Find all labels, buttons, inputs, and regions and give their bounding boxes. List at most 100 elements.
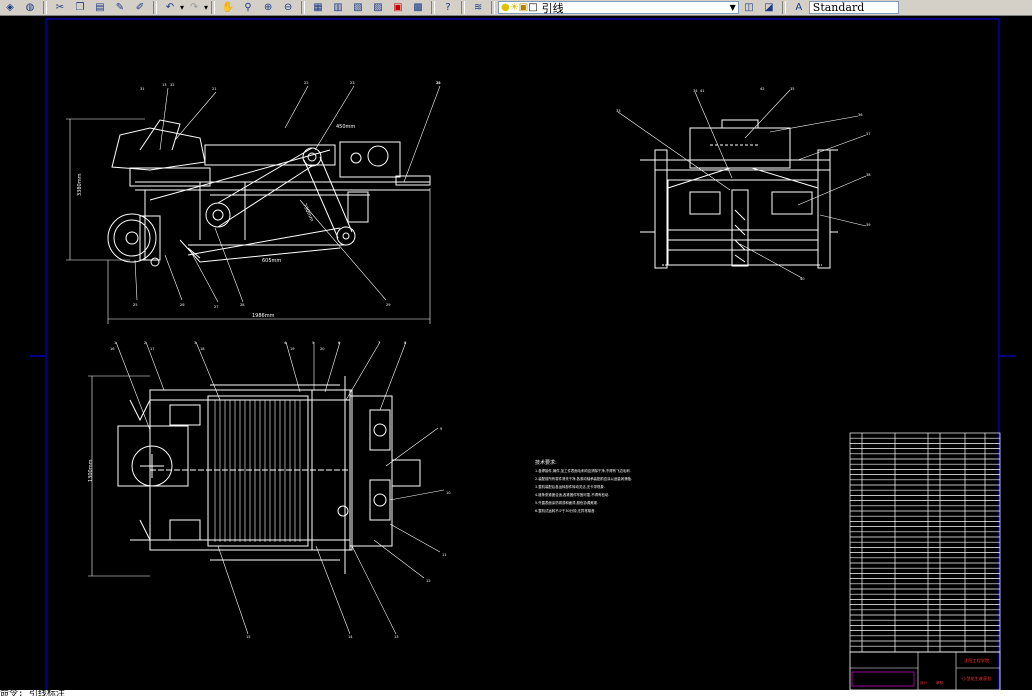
publish-icon[interactable]: ◈ [1,0,19,15]
color-square-icon: □ [528,2,538,13]
drawing-canvas[interactable]: 1986mm 3380mm 450mm 605mm 730mm 1300mm 技… [0,16,1032,692]
balloon-number: 25 [133,303,138,307]
balloon-number: 42 [760,87,765,91]
undo-dropdown-icon[interactable]: ▾ [180,3,184,12]
balloon-number: 35 [790,87,795,91]
tech-req-title: 技术要求: [535,459,557,466]
tech-req-line: 6.整机试运转不少于30分钟,无异常噪音. [535,508,596,513]
title-block-label: 设计 [920,680,928,685]
balloon-number: 39 [866,223,871,227]
height-dimension: 3380mm [77,173,83,196]
title-block-school: 沈阳工程学院 [964,657,990,664]
balloon-number: 16 [110,347,115,351]
redo-dropdown-icon[interactable]: ▾ [204,3,208,12]
balloon-number: 11 [442,553,447,557]
toolbar-separator [301,1,306,14]
layer-manager-icon[interactable]: ≋ [469,0,487,15]
tool-palette-icon[interactable]: ▧ [349,0,367,15]
text-style-icon[interactable]: A [790,0,808,15]
balloon-number: 19 [290,347,295,351]
toolbar-separator [461,1,466,14]
layer-control-dropdown[interactable]: ● ☀ ▣ □ 引线 ▼ [498,1,739,15]
standard-toolbar: ◈ ◍ ✂ ❐ ▤ ✎ ✐ ↶ ▾ ↷ ▾ ✋ ⚲ ⊕ ⊖ ▦ ▥ ▧ ▨ ▣ … [0,0,1032,16]
copy-icon[interactable]: ❐ [71,0,89,15]
balloon-number: 30 [436,81,441,85]
balloon-number: 40 [800,277,805,281]
title-block-drawing-name: 小型花生收获机 [962,675,992,682]
plan-height-dimension: 1300mm [88,459,94,482]
width-dimension: 1986mm [252,313,275,319]
balloon-number: 36 [858,113,863,117]
balloon-number: 41 [700,89,705,93]
help-icon[interactable]: ? [439,0,457,15]
lightbulb-icon: ● [501,2,510,13]
layer-previous-icon[interactable]: ◪ [760,0,778,15]
pencil-icon[interactable]: ✐ [131,0,149,15]
balloon-number: 17 [150,347,155,351]
toolbar-separator [781,1,786,14]
globe-icon[interactable]: ◍ [21,0,39,15]
balloon-number: 29 [386,303,391,307]
toolbar-separator [153,1,157,14]
balloon-number: 27 [214,305,219,309]
balloon-number: 32 [170,83,175,87]
title-block-label: 审核 [936,680,944,685]
balloon-number: 28 [240,303,245,307]
balloon-number: 31 [140,87,145,91]
tech-req-line: 3.整机装配后各运转部件转动灵活,无卡滞现象. [535,484,605,489]
brush-icon[interactable]: ✎ [111,0,129,15]
properties-icon[interactable]: ▦ [309,0,327,15]
top-dimension: 450mm [336,124,355,130]
sheet-set-icon[interactable]: ▨ [369,0,387,15]
balloon-number: 5 [312,341,314,345]
balloon-number: 38 [866,173,871,177]
undo-icon[interactable]: ↶ [161,0,179,15]
calculator-icon[interactable]: ▩ [409,0,427,15]
balloon-number: 37 [866,132,871,136]
balloon-number: 21 [212,87,217,91]
toolbar-separator [211,1,216,14]
paste-icon[interactable]: ▤ [91,0,109,15]
zoom-window-icon[interactable]: ⊕ [259,0,277,15]
balloon-number: 3 [194,341,196,345]
layer-state-icon[interactable]: ◫ [740,0,758,15]
belt-dimension: 605mm [262,258,281,264]
balloon-number: 22 [304,81,309,85]
markup-icon[interactable]: ▣ [389,0,407,15]
lock-icon: ▣ [518,2,529,13]
balloon-number: 13 [162,83,167,87]
cut-icon[interactable]: ✂ [51,0,69,15]
sun-icon: ☀ [509,2,519,13]
balloon-number: 33 [616,109,621,113]
balloon-number: 15 [246,635,251,639]
zoom-realtime-icon[interactable]: ⚲ [239,0,257,15]
balloon-number: 20 [320,347,325,351]
toolbar-separator [43,1,47,14]
tech-req-line: 5.外露表面涂防锈漆和面漆,颜色协调美观. [535,500,598,505]
balloon-number: 18 [200,347,205,351]
zoom-previous-icon[interactable]: ⊖ [279,0,297,15]
text-style-dropdown[interactable]: Standard [808,1,899,14]
tech-req-line: 4.链条张紧度合适,各紧固件牢固可靠,不得有松动. [535,492,609,497]
balloon-number: 7 [378,341,380,345]
balloon-number: 34 [693,89,698,93]
toolbar-separator [431,1,436,14]
pan-icon[interactable]: ✋ [219,0,237,15]
tech-req-line: 1.各焊接件,铸件,加工件表面毛刺均应清除干净,不得有飞边毛刺. [535,468,631,473]
balloon-number: 26 [180,303,185,307]
balloon-number: 12 [426,579,431,583]
chevron-down-icon[interactable]: ▼ [730,3,736,12]
model-space-background [0,16,1032,692]
design-center-icon[interactable]: ▥ [329,0,347,15]
command-line[interactable]: 命令: 引线标注 [0,690,1032,696]
tech-req-line: 2.装配前所有零件清洗干净,各滚动轴承装配前应涂以适量润滑脂. [535,476,632,481]
balloon-number: 1 [114,341,116,345]
current-layer-name: 引线 [541,2,564,15]
balloon-number: 13 [394,635,399,639]
toolbar-separator [491,1,496,14]
balloon-number: 2 [144,341,146,345]
balloon-number: 23 [350,81,355,85]
balloon-number: 14 [348,635,353,639]
balloon-number: 10 [446,491,451,495]
redo-icon[interactable]: ↷ [185,0,203,15]
